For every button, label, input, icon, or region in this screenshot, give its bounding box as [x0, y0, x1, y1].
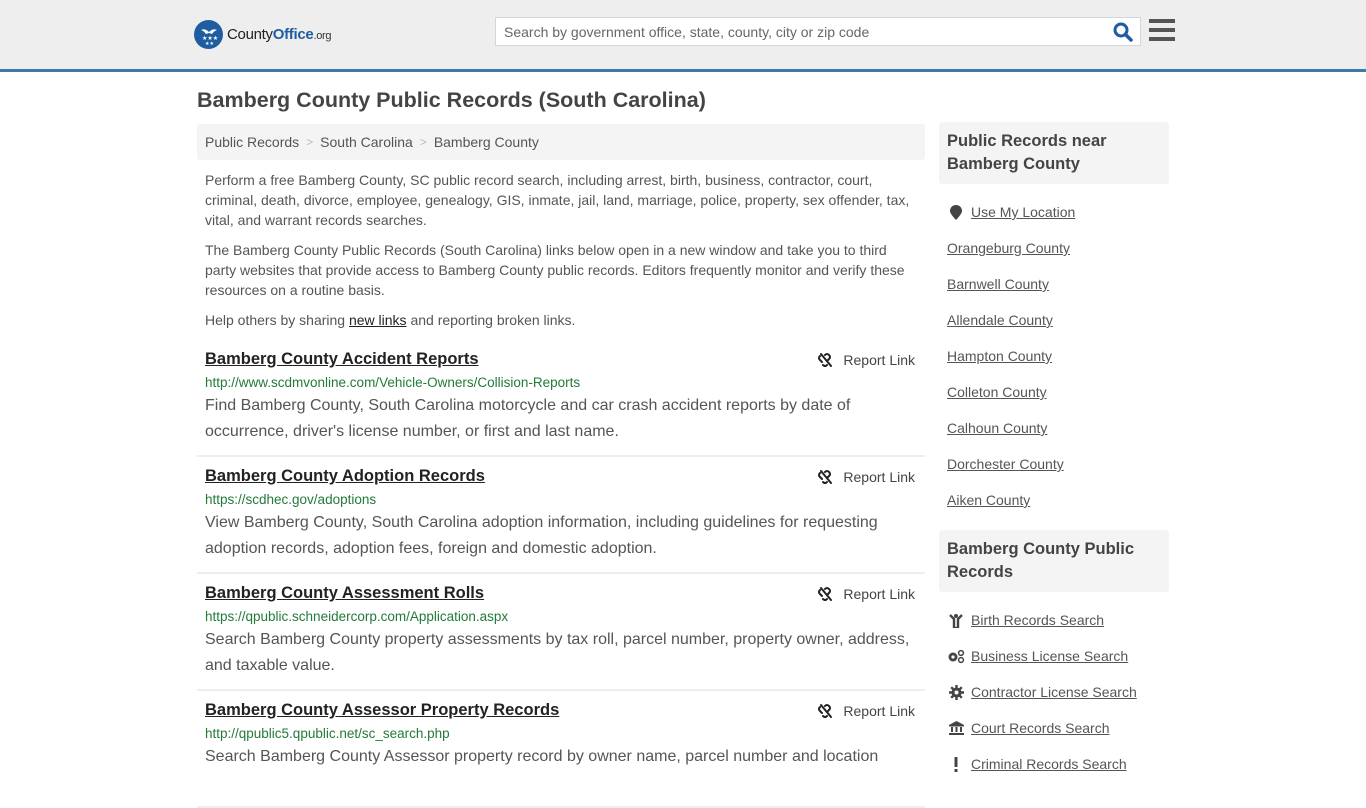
record-item: Bamberg County Accident Reports Report L…	[197, 340, 925, 457]
hamburger-menu-icon[interactable]	[1149, 19, 1175, 43]
sidebar: Public Records near Bamberg County Use M…	[939, 122, 1169, 794]
nearby-county-item: Hampton County	[947, 338, 1161, 374]
breadcrumb-public-records[interactable]: Public Records	[205, 134, 299, 150]
courthouse-icon	[947, 720, 965, 736]
nearby-county-link[interactable]: Allendale County	[947, 312, 1053, 328]
record-description: Search Bamberg County Assessor property …	[205, 748, 879, 765]
breadcrumb-south-carolina[interactable]: South Carolina	[320, 134, 413, 150]
breadcrumb: Public Records > South Carolina > Bamber…	[197, 124, 925, 160]
county-record-item: Birth Records Search	[947, 602, 1161, 638]
broken-link-icon	[818, 470, 833, 484]
intro-text: Perform a free Bamberg County, SC public…	[205, 170, 917, 340]
intro-paragraph-2: The Bamberg County Public Records (South…	[205, 242, 905, 298]
nearby-county-item: Calhoun County	[947, 410, 1161, 446]
county-record-link[interactable]: Business License Search	[971, 648, 1128, 664]
logo-text: CountyOffice.org	[227, 26, 332, 43]
intro-text-after: and reporting broken links.	[406, 312, 576, 328]
search-input[interactable]	[496, 18, 1106, 45]
nearby-county-link[interactable]: Calhoun County	[947, 420, 1047, 436]
record-description: View Bamberg County, South Carolina adop…	[205, 514, 878, 557]
county-record-link[interactable]: Court Records Search	[971, 720, 1110, 736]
broken-link-icon	[818, 353, 833, 367]
page-title: Bamberg County Public Records (South Car…	[197, 88, 706, 112]
intro-paragraph-3: Help others by sharing new links and rep…	[205, 310, 917, 330]
nearby-county-item: Aiken County	[947, 482, 1161, 518]
record-url[interactable]: http://www.scdmvonline.com/Vehicle-Owner…	[205, 375, 917, 390]
report-link-label: Report Link	[843, 352, 915, 368]
county-record-item: Court Records Search	[947, 710, 1161, 746]
report-link-button[interactable]: Report Link	[817, 469, 915, 485]
site-logo[interactable]: ★★★ ★★ CountyOffice.org	[194, 20, 332, 49]
record-title-link[interactable]: Bamberg County Adoption Records	[205, 467, 485, 486]
county-record-link[interactable]: Criminal Records Search	[971, 756, 1127, 772]
report-link-label: Report Link	[843, 469, 915, 485]
nearby-county-link[interactable]: Colleton County	[947, 384, 1047, 400]
nearby-county-link[interactable]: Hampton County	[947, 348, 1052, 364]
county-record-item: Business License Search	[947, 638, 1161, 674]
report-link-button[interactable]: Report Link	[817, 703, 915, 719]
record-title-link[interactable]: Bamberg County Assessment Rolls	[205, 584, 484, 603]
search-icon[interactable]	[1112, 21, 1134, 43]
county-record-item: Criminal Records Search	[947, 746, 1161, 782]
map-marker-icon	[947, 204, 965, 220]
record-description: Find Bamberg County, South Carolina moto…	[205, 397, 851, 440]
record-url[interactable]: http://qpublic5.qpublic.net/sc_search.ph…	[205, 726, 917, 741]
nearby-county-item: Allendale County	[947, 302, 1161, 338]
logo-name-bold: Office	[272, 26, 314, 43]
county-record-link[interactable]: Contractor License Search	[971, 684, 1137, 700]
report-link-button[interactable]: Report Link	[817, 352, 915, 368]
nearby-heading: Public Records near Bamberg County	[939, 122, 1169, 184]
intro-text-before: Help others by sharing	[205, 312, 349, 328]
exclamation-icon	[947, 756, 965, 772]
report-link-label: Report Link	[843, 703, 915, 719]
report-link-label: Report Link	[843, 586, 915, 602]
search-box	[495, 17, 1141, 46]
intro-paragraph-1: Perform a free Bamberg County, SC public…	[205, 172, 910, 228]
record-item: Bamberg County Assessment Rolls Report L…	[197, 574, 925, 691]
broken-link-icon	[818, 704, 833, 718]
gears-icon	[947, 648, 965, 664]
broken-link-icon	[818, 587, 833, 601]
record-title-link[interactable]: Bamberg County Accident Reports	[205, 350, 479, 369]
county-record-link[interactable]: Birth Records Search	[971, 612, 1104, 628]
child-icon	[947, 612, 965, 628]
logo-name: County	[227, 26, 273, 43]
report-link-button[interactable]: Report Link	[817, 586, 915, 602]
nearby-list: Use My Location Orangeburg County Barnwe…	[939, 184, 1169, 530]
record-item: Bamberg County Assessor Property Records…	[197, 691, 925, 808]
nearby-county-item: Barnwell County	[947, 266, 1161, 302]
breadcrumb-separator: >	[306, 135, 314, 149]
breadcrumb-bamberg-county[interactable]: Bamberg County	[434, 134, 539, 150]
nearby-county-item: Dorchester County	[947, 446, 1161, 482]
record-url[interactable]: https://qpublic.schneidercorp.com/Applic…	[205, 609, 917, 624]
svg-text:★★: ★★	[205, 41, 214, 45]
nearby-county-link[interactable]: Barnwell County	[947, 276, 1049, 292]
record-description: Search Bamberg County property assessmen…	[205, 631, 910, 674]
new-links-link[interactable]: new links	[349, 312, 407, 328]
breadcrumb-separator: >	[419, 135, 427, 149]
county-record-item: Contractor License Search	[947, 674, 1161, 710]
records-list: Bamberg County Accident Reports Report L…	[197, 340, 925, 808]
nearby-county-link[interactable]: Dorchester County	[947, 456, 1064, 472]
county-records-heading: Bamberg County Public Records	[939, 530, 1169, 592]
use-my-location-link[interactable]: Use My Location	[971, 204, 1075, 220]
nearby-county-link[interactable]: Aiken County	[947, 492, 1030, 508]
county-records-list: Birth Records Search Business License Se…	[939, 592, 1169, 794]
use-location-item: Use My Location	[947, 194, 1161, 230]
nearby-county-link[interactable]: Orangeburg County	[947, 240, 1070, 256]
logo-tld: .org	[313, 30, 332, 42]
record-url[interactable]: https://scdhec.gov/adoptions	[205, 492, 917, 507]
eagle-stars-icon: ★★★ ★★	[194, 20, 223, 49]
nearby-county-item: Orangeburg County	[947, 230, 1161, 266]
record-title-link[interactable]: Bamberg County Assessor Property Records	[205, 701, 559, 720]
record-item: Bamberg County Adoption Records Report L…	[197, 457, 925, 574]
top-header: ★★★ ★★ CountyOffice.org	[0, 0, 1366, 72]
gear-icon	[947, 684, 965, 700]
nearby-county-item: Colleton County	[947, 374, 1161, 410]
